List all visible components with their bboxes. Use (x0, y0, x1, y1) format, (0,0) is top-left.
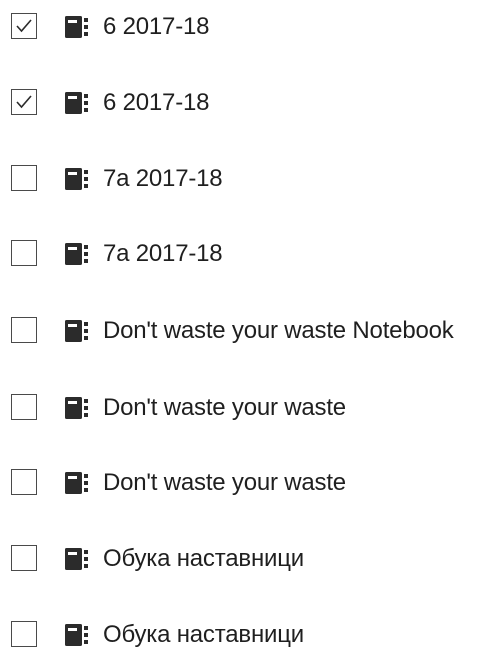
checkbox[interactable] (11, 469, 37, 495)
notebook-name: Don't waste your waste Notebook (103, 317, 454, 344)
notebook-icon (65, 168, 88, 190)
checkmark-icon (16, 95, 32, 109)
checkbox[interactable] (11, 89, 37, 115)
notebook-item[interactable]: 6 2017-18 (0, 7, 500, 47)
checkbox[interactable] (11, 165, 37, 191)
notebook-name: 6 2017-18 (103, 89, 210, 116)
notebook-name: Обука наставници (103, 621, 304, 648)
notebook-item[interactable]: Don't waste your waste Notebook (0, 311, 500, 351)
notebook-icon (65, 320, 88, 342)
notebook-item[interactable]: Обука наставници (0, 615, 500, 650)
notebook-name: 6 2017-18 (103, 13, 210, 40)
notebook-icon (65, 92, 88, 114)
notebook-item[interactable]: Don't waste your waste (0, 388, 500, 428)
notebook-name: Обука наставници (103, 545, 304, 572)
checkbox[interactable] (11, 240, 37, 266)
notebook-icon (65, 243, 88, 265)
notebook-item[interactable]: Обука наставници (0, 539, 500, 579)
checkbox[interactable] (11, 394, 37, 420)
notebook-item[interactable]: 7a 2017-18 (0, 234, 500, 274)
notebook-item[interactable]: 7a 2017-18 (0, 159, 500, 199)
checkbox[interactable] (11, 545, 37, 571)
notebook-name: 7a 2017-18 (103, 165, 223, 192)
checkmark-icon (16, 19, 32, 33)
notebook-name: 7a 2017-18 (103, 240, 223, 267)
notebook-item[interactable]: 6 2017-18 (0, 83, 500, 123)
notebook-name: Don't waste your waste (103, 394, 346, 421)
notebook-name: Don't waste your waste (103, 469, 346, 496)
notebook-item[interactable]: Don't waste your waste (0, 463, 500, 503)
notebook-icon (65, 472, 88, 494)
notebook-icon (65, 548, 88, 570)
notebook-icon (65, 16, 88, 38)
notebook-icon (65, 397, 88, 419)
checkbox[interactable] (11, 13, 37, 39)
notebook-icon (65, 624, 88, 646)
checkbox[interactable] (11, 317, 37, 343)
notebook-list: 6 2017-18 6 2017-18 7a 2017-18 7a 2017-1… (0, 0, 500, 650)
checkbox[interactable] (11, 621, 37, 647)
